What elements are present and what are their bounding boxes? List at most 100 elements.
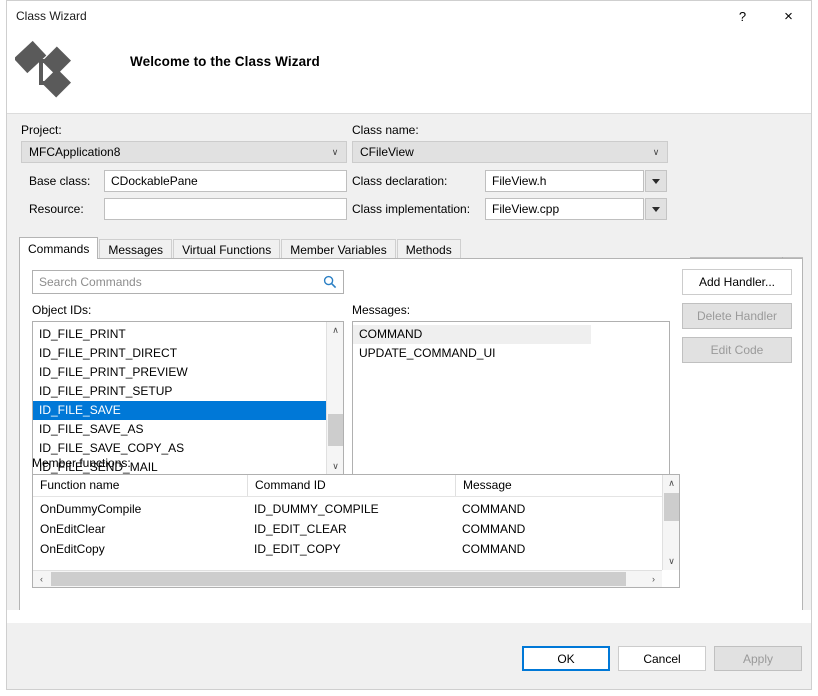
tab-strip: Commands Messages Virtual Functions Memb… <box>19 237 462 259</box>
search-input[interactable] <box>33 274 317 290</box>
object-ids-list: ID_FILE_PRINT ID_FILE_PRINT_DIRECT ID_FI… <box>33 322 326 476</box>
list-item[interactable]: ID_FILE_PRINT <box>33 325 326 344</box>
edit-code-button: Edit Code <box>682 337 792 363</box>
project-combo[interactable]: MFCApplication8 ∨ <box>21 141 347 163</box>
banner: Welcome to the Class Wizard <box>7 32 811 113</box>
column-header-message[interactable]: Message <box>455 475 663 496</box>
class-implementation-dropdown-button[interactable] <box>645 198 667 220</box>
class-name-combo[interactable]: CFileView ∨ <box>352 141 668 163</box>
apply-button: Apply <box>714 646 802 671</box>
list-item[interactable]: ID_FILE_PRINT_PREVIEW <box>33 363 326 382</box>
class-implementation-label: Class implementation: <box>352 202 470 216</box>
project-combo-value: MFCApplication8 <box>22 145 324 159</box>
scroll-right-icon[interactable]: › <box>645 571 662 587</box>
chevron-down-icon <box>652 179 660 184</box>
cell-command-id: ID_DUMMY_COMPILE <box>247 499 455 519</box>
scroll-left-icon[interactable]: ‹ <box>33 571 50 587</box>
dialog-body: Project: MFCApplication8 ∨ Class name: C… <box>7 113 811 623</box>
dialog-footer: OK Cancel Apply <box>7 623 811 690</box>
tab-methods-label: Methods <box>406 243 452 257</box>
tab-commands[interactable]: Commands <box>19 237 98 259</box>
member-functions-header: Function name Command ID Message <box>33 475 679 497</box>
commands-tab-page: Object IDs: ID_FILE_PRINT ID_FILE_PRINT_… <box>19 258 803 611</box>
resource-field[interactable] <box>104 198 347 220</box>
help-button[interactable]: ? <box>720 1 765 31</box>
cell-function-name: OnEditCopy <box>33 539 247 559</box>
scroll-up-icon[interactable]: ∧ <box>327 322 344 339</box>
class-declaration-dropdown-button[interactable] <box>645 170 667 192</box>
project-label: Project: <box>21 123 62 137</box>
banner-heading: Welcome to the Class Wizard <box>130 54 320 69</box>
messages-label: Messages: <box>352 303 410 317</box>
help-icon: ? <box>739 9 746 24</box>
search-commands-box[interactable] <box>32 270 344 294</box>
chevron-down-icon: ∨ <box>645 147 667 158</box>
class-declaration-label: Class declaration: <box>352 174 447 188</box>
close-icon: × <box>784 8 793 25</box>
table-row[interactable]: OnEditClear ID_EDIT_CLEAR COMMAND <box>33 519 679 539</box>
cell-function-name: OnDummyCompile <box>33 499 247 519</box>
messages-listbox[interactable]: COMMAND UPDATE_COMMAND_UI <box>352 321 670 476</box>
scrollbar-thumb[interactable] <box>664 493 679 521</box>
member-functions-vscrollbar[interactable]: ∧ ∨ <box>662 475 679 570</box>
description-band <box>7 610 811 623</box>
scroll-up-icon[interactable]: ∧ <box>663 475 680 492</box>
base-class-value: CDockablePane <box>105 174 198 188</box>
object-ids-label: Object IDs: <box>32 303 91 317</box>
list-item-selected[interactable]: COMMAND <box>353 325 591 344</box>
list-item[interactable]: ID_FILE_SAVE_AS <box>33 420 326 439</box>
object-ids-scrollbar[interactable]: ∧ ∨ <box>326 322 343 475</box>
chevron-down-icon <box>652 207 660 212</box>
class-implementation-field[interactable]: FileView.cpp <box>485 198 644 220</box>
chevron-down-icon: ∨ <box>324 147 346 158</box>
class-name-combo-value: CFileView <box>353 145 645 159</box>
list-item[interactable]: ID_FILE_PRINT_DIRECT <box>33 344 326 363</box>
object-ids-listbox[interactable]: ID_FILE_PRINT ID_FILE_PRINT_DIRECT ID_FI… <box>32 321 344 476</box>
list-item-selected[interactable]: ID_FILE_SAVE <box>33 401 326 420</box>
member-functions-label: Member functions: <box>32 456 131 470</box>
base-class-label: Base class: <box>29 174 90 188</box>
class-name-label: Class name: <box>352 123 419 137</box>
scrollbar-thumb[interactable] <box>328 414 343 446</box>
close-button[interactable]: × <box>766 1 811 31</box>
class-implementation-value: FileView.cpp <box>486 202 559 216</box>
cell-message: COMMAND <box>455 519 663 539</box>
tab-member-variables[interactable]: Member Variables <box>281 239 395 259</box>
resource-label: Resource: <box>29 202 84 216</box>
class-wizard-dialog: Class Wizard ? × Welcome to the Class Wi… <box>6 0 812 690</box>
cancel-button[interactable]: Cancel <box>618 646 706 671</box>
tab-virtual-functions[interactable]: Virtual Functions <box>173 239 280 259</box>
search-icon[interactable] <box>317 275 343 289</box>
table-row[interactable]: OnDummyCompile ID_DUMMY_COMPILE COMMAND <box>33 499 679 519</box>
cell-message: COMMAND <box>455 499 663 519</box>
list-item[interactable]: ID_FILE_PRINT_SETUP <box>33 382 326 401</box>
cell-message: COMMAND <box>455 539 663 559</box>
class-diagram-icon <box>15 37 73 102</box>
add-handler-button[interactable]: Add Handler... <box>682 269 792 295</box>
cell-command-id: ID_EDIT_CLEAR <box>247 519 455 539</box>
member-functions-hscrollbar[interactable]: ‹ › <box>33 570 662 587</box>
messages-list: COMMAND UPDATE_COMMAND_UI <box>353 322 669 363</box>
cell-command-id: ID_EDIT_COPY <box>247 539 455 559</box>
table-row[interactable]: OnEditCopy ID_EDIT_COPY COMMAND <box>33 539 679 559</box>
base-class-field[interactable]: CDockablePane <box>104 170 347 192</box>
title-bar: Class Wizard ? × <box>7 1 811 32</box>
tab-commands-label: Commands <box>28 242 89 256</box>
column-header-command-id[interactable]: Command ID <box>247 475 455 496</box>
list-item[interactable]: UPDATE_COMMAND_UI <box>353 344 669 363</box>
scroll-down-icon[interactable]: ∨ <box>327 458 344 475</box>
column-header-function-name[interactable]: Function name <box>33 475 247 496</box>
cell-function-name: OnEditClear <box>33 519 247 539</box>
tab-messages-label: Messages <box>108 243 163 257</box>
tab-virtual-functions-label: Virtual Functions <box>182 243 271 257</box>
delete-handler-button: Delete Handler <box>682 303 792 329</box>
scroll-down-icon[interactable]: ∨ <box>663 553 680 570</box>
tab-messages[interactable]: Messages <box>99 239 172 259</box>
class-declaration-value: FileView.h <box>486 174 546 188</box>
member-functions-grid[interactable]: Function name Command ID Message OnDummy… <box>32 474 680 588</box>
tab-member-variables-label: Member Variables <box>290 243 386 257</box>
tab-methods[interactable]: Methods <box>397 239 461 259</box>
ok-button[interactable]: OK <box>522 646 610 671</box>
scrollbar-thumb[interactable] <box>51 572 626 586</box>
class-declaration-field[interactable]: FileView.h <box>485 170 644 192</box>
